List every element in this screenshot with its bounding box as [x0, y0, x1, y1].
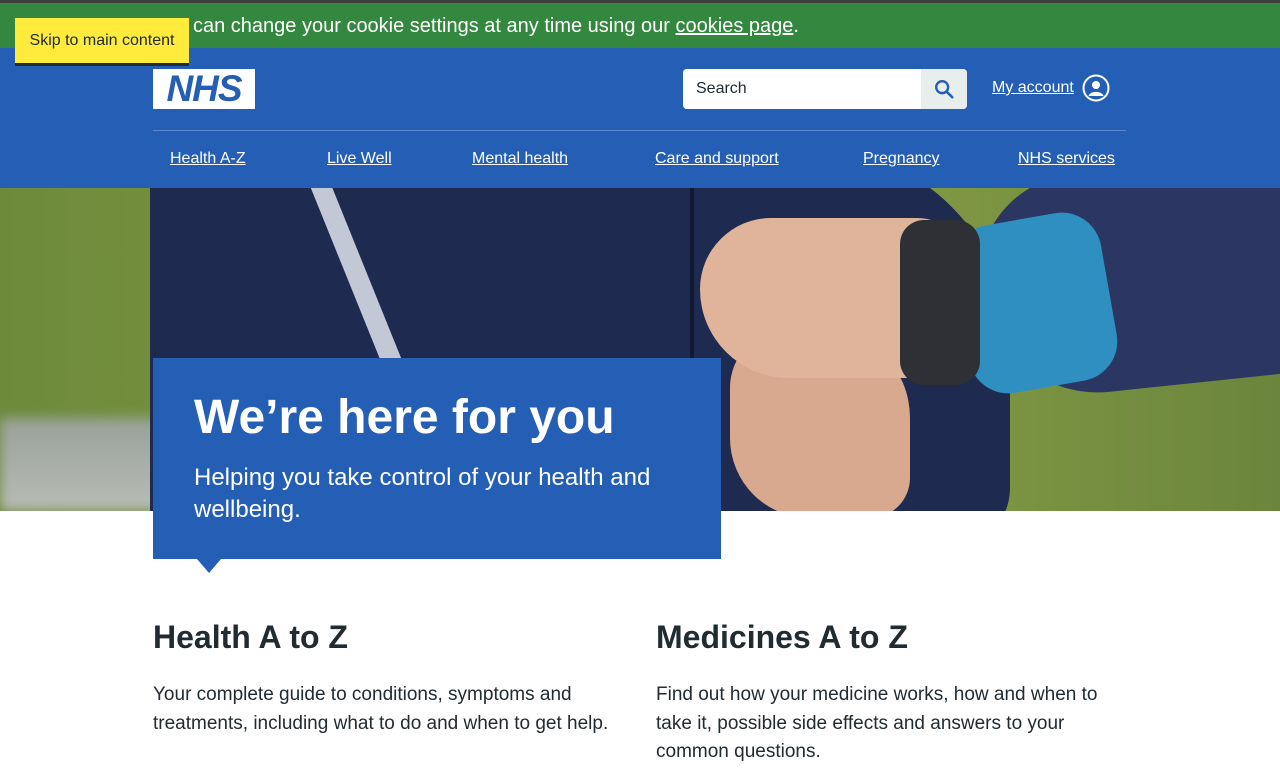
hero-box-pointer	[197, 559, 221, 573]
site-header: NHS My account Health A-Z Live Well Ment…	[0, 48, 1280, 188]
cookie-banner: can change your cookie settings at any t…	[0, 3, 1280, 48]
search-button[interactable]	[921, 69, 967, 109]
my-account-label: My account	[992, 79, 1074, 96]
search-form	[683, 69, 967, 109]
nav-item-nhs-services[interactable]: NHS services	[1018, 148, 1115, 170]
nav-item-pregnancy[interactable]: Pregnancy	[863, 148, 940, 170]
search-input[interactable]	[683, 69, 921, 109]
hero-content-box: We’re here for you Helping you take cont…	[153, 358, 721, 559]
cookie-banner-period: .	[793, 15, 799, 37]
health-a-to-z-heading[interactable]: Health A to Z	[153, 617, 348, 657]
user-icon	[1082, 74, 1110, 102]
hero-title: We’re here for you	[194, 391, 615, 444]
nav-item-health-a-z[interactable]: Health A-Z	[170, 148, 246, 170]
nav-item-live-well[interactable]: Live Well	[327, 148, 392, 170]
skip-to-main-content-link[interactable]: Skip to main content	[15, 18, 189, 63]
nav-item-mental-health[interactable]: Mental health	[472, 148, 568, 170]
medicines-a-to-z-heading[interactable]: Medicines A to Z	[656, 617, 908, 657]
nav-divider	[153, 130, 1126, 131]
main-navigation: Health A-Z Live Well Mental health Care …	[153, 148, 1126, 172]
cookies-page-link[interactable]: cookies page	[676, 15, 794, 37]
my-account-link[interactable]: My account	[992, 74, 1110, 102]
search-icon	[935, 80, 954, 99]
nhs-logo[interactable]: NHS	[153, 69, 255, 109]
hero-subtitle: Helping you take control of your health …	[194, 464, 651, 523]
medicines-a-to-z-description: Find out how your medicine works, how an…	[656, 684, 1098, 762]
cookie-banner-text: can change your cookie settings at any t…	[193, 14, 799, 38]
nhs-logo-text: NHS	[166, 68, 242, 109]
cookie-banner-message: can change your cookie settings at any t…	[193, 15, 676, 37]
nav-item-care-and-support[interactable]: Care and support	[655, 148, 779, 170]
health-a-to-z-description: Your complete guide to conditions, sympt…	[153, 684, 609, 734]
hero-watch	[900, 220, 980, 385]
